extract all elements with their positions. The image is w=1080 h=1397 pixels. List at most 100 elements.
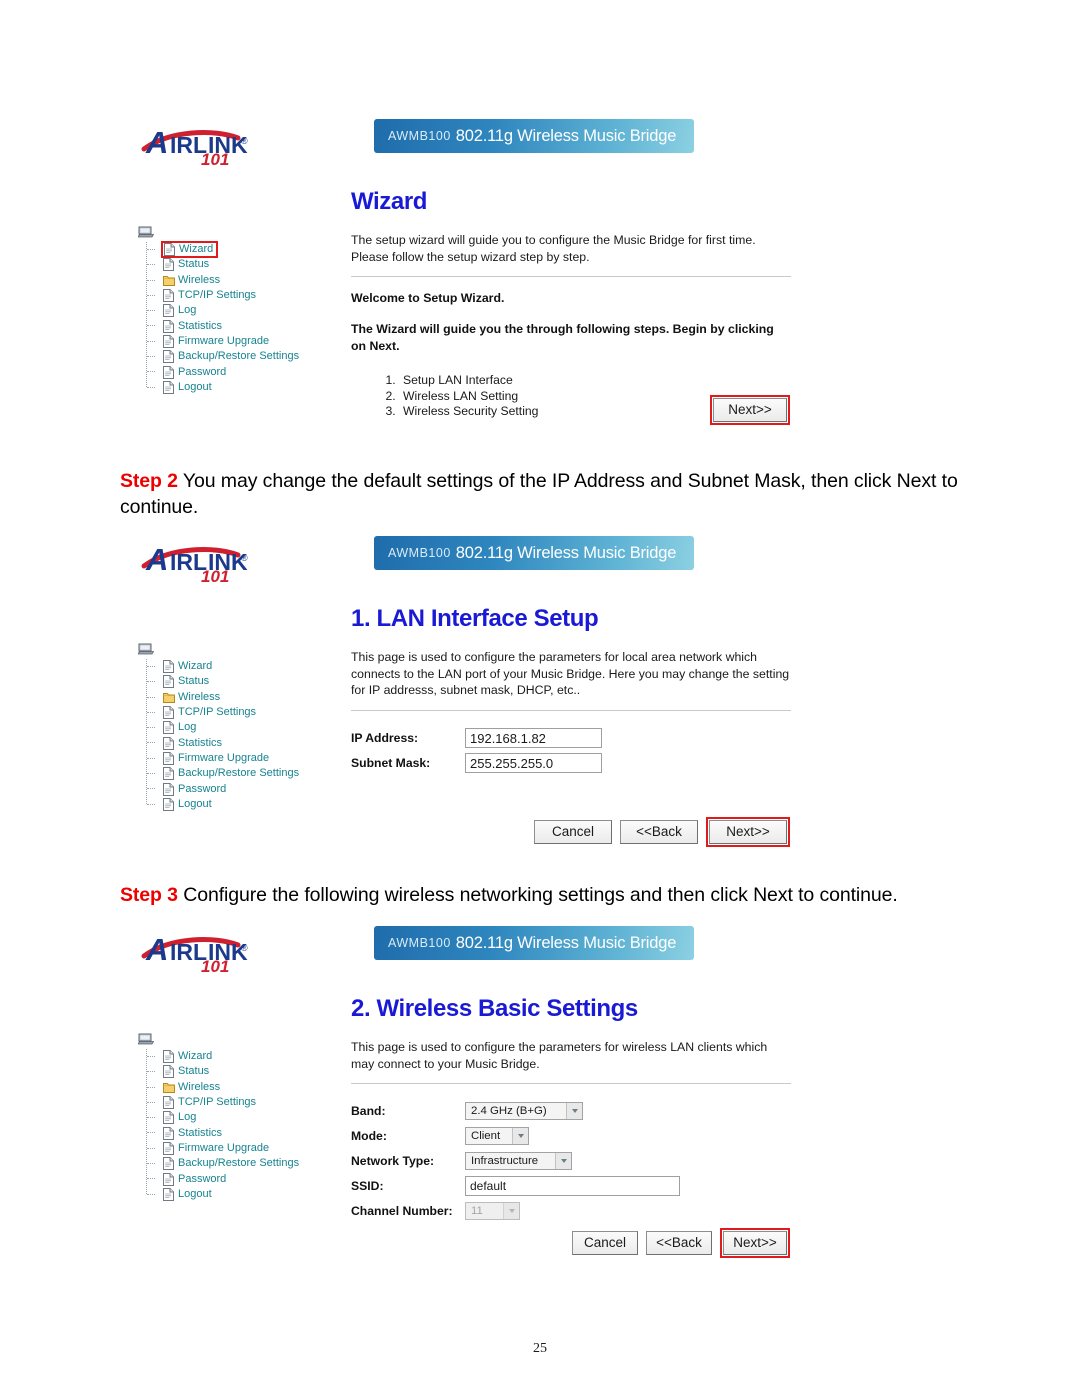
airlink-logo: A IRL INK ® 101 [140, 929, 340, 975]
list-item: Setup LAN Interface [399, 373, 791, 389]
tree-item-log[interactable]: Log [147, 720, 336, 735]
channel-number-value: 11 [471, 1205, 483, 1217]
page-icon [163, 1172, 174, 1186]
band-select[interactable]: 2.4 GHz (B+G) [465, 1102, 583, 1120]
step-2-paragraph: Step 2 You may change the default settin… [120, 468, 980, 520]
form-row-mode: Mode: Client [351, 1126, 791, 1146]
page-number: 25 [533, 1341, 547, 1356]
page-icon [163, 334, 174, 348]
page-icon [163, 660, 174, 674]
cancel-button[interactable]: Cancel [534, 820, 612, 844]
tree-item-log[interactable]: Log [147, 1110, 336, 1125]
ssid-label: SSID: [351, 1179, 384, 1193]
lan-setup-button-bar: Cancel <<Back Next>> [534, 817, 790, 847]
cancel-button-wrap: Cancel [534, 820, 612, 844]
tree-item-statistics[interactable]: Statistics [147, 735, 336, 750]
ip-address-label: IP Address: [351, 730, 419, 745]
tree-item-wireless[interactable]: Wireless [147, 1080, 336, 1095]
tree-item-backup-restore-settings[interactable]: Backup/Restore Settings [147, 766, 336, 781]
folder-icon [163, 274, 175, 287]
page-title: Wizard [351, 188, 428, 215]
tree-item-password[interactable]: Password [147, 781, 336, 796]
tree-item-label: Backup/Restore Settings [178, 767, 300, 780]
lead-text: The Wizard will guide you the through fo… [351, 322, 774, 353]
tree-item-label: Firmware Upgrade [178, 1141, 270, 1154]
subnet-mask-input[interactable]: 255.255.255.0 [465, 752, 602, 773]
back-button[interactable]: <<Back [620, 820, 698, 844]
tree-item-firmware-upgrade[interactable]: Firmware Upgrade [147, 334, 336, 349]
tree-item-firmware-upgrade[interactable]: Firmware Upgrade [147, 1141, 336, 1156]
tree-item-logout[interactable]: Logout [146, 380, 336, 398]
tree-item-wizard[interactable]: Wizard [147, 1049, 336, 1064]
tree-item-label: Password [178, 365, 227, 378]
tree-item-wizard[interactable]: Wizard [147, 241, 336, 259]
wizard-content: Wizard The setup wizard will guide you t… [351, 188, 791, 420]
tree-item-log[interactable]: Log [147, 303, 336, 318]
next-button[interactable]: Next>> [713, 398, 787, 422]
next-button[interactable]: Next>> [723, 1231, 787, 1255]
tree-item-label: TCP/IP Settings [178, 1096, 257, 1109]
step-3-label: Step 3 [120, 883, 178, 906]
network-type-select[interactable]: Infrastructure [465, 1152, 572, 1170]
tree-item-firmware-upgrade[interactable]: Firmware Upgrade [147, 751, 336, 766]
page-icon [163, 797, 174, 811]
tree-item-statistics[interactable]: Statistics [147, 318, 336, 333]
next-button-highlight: Next>> [706, 817, 790, 847]
tree-item-label: Statistics [178, 319, 223, 332]
tree-item-tcpip-settings[interactable]: TCP/IP Settings [147, 1095, 336, 1110]
tree-item-label: Firmware Upgrade [178, 751, 270, 764]
cancel-button[interactable]: Cancel [572, 1231, 638, 1255]
page-icon [163, 1050, 174, 1064]
tree-item-status[interactable]: Status [147, 257, 336, 272]
intro-text: This page is used to configure the param… [351, 1040, 768, 1071]
tree-item-tcpip-settings[interactable]: TCP/IP Settings [147, 705, 336, 720]
tree-item-logout[interactable]: Logout [146, 797, 336, 815]
tree-item-backup-restore-settings[interactable]: Backup/Restore Settings [147, 349, 336, 364]
ip-address-input[interactable]: 192.168.1.82 [465, 727, 602, 748]
banner-product: 802.11g Wireless Music Bridge [455, 126, 677, 145]
tree-item-label: Password [178, 1172, 227, 1185]
tree-item-label: Log [178, 304, 197, 317]
next-button-highlight: Next>> [710, 395, 790, 425]
product-banner: AWMB100 802.11g Wireless Music Bridge [374, 926, 694, 960]
network-type-label: Network Type: [351, 1154, 435, 1168]
tree-item-label: Log [178, 721, 197, 734]
tree-root-node [136, 643, 336, 659]
svg-text:A: A [145, 932, 168, 967]
page-icon [164, 243, 175, 257]
tree-item-status[interactable]: Status [147, 1064, 336, 1079]
tree-item-status[interactable]: Status [147, 674, 336, 689]
tree-item-label: Logout [178, 1187, 212, 1200]
tree-item-wizard[interactable]: Wizard [147, 659, 336, 674]
tree-item-backup-restore-settings[interactable]: Backup/Restore Settings [147, 1156, 336, 1171]
router-ui-body: Wizard Status Wireless TCP/IP Settings L… [126, 977, 802, 1258]
chevron-down-icon [566, 1103, 582, 1119]
svg-text:A: A [145, 542, 168, 577]
product-banner: AWMB100 802.11g Wireless Music Bridge [374, 119, 694, 153]
page-icon [163, 675, 174, 689]
tree-item-statistics[interactable]: Statistics [147, 1125, 336, 1140]
tree-item-wireless[interactable]: Wireless [147, 273, 336, 288]
back-button[interactable]: <<Back [646, 1231, 712, 1255]
page-icon [163, 1141, 174, 1155]
page-icon [163, 782, 174, 796]
page-icon [163, 319, 174, 333]
tree-item-label: Wizard [178, 660, 213, 673]
divider [351, 276, 791, 277]
tree-item-logout[interactable]: Logout [146, 1187, 336, 1205]
form-row-subnet-mask: Subnet Mask: 255.255.255.0 [351, 752, 791, 773]
airlink-logo: A IRL INK ® 101 [140, 539, 340, 585]
intro-text: The setup wizard will guide you to confi… [351, 233, 756, 264]
tree-item-tcpip-settings[interactable]: TCP/IP Settings [147, 288, 336, 303]
next-button[interactable]: Next>> [709, 820, 787, 844]
tree-item-password[interactable]: Password [147, 364, 336, 379]
tree-item-list: Wizard Status Wireless TCP/IP Settings L… [146, 659, 336, 815]
page-title: 2. Wireless Basic Settings [351, 995, 638, 1022]
ssid-input[interactable]: default [465, 1176, 680, 1196]
page-icon [163, 706, 174, 720]
tree-item-wireless[interactable]: Wireless [147, 690, 336, 705]
tree-item-password[interactable]: Password [147, 1171, 336, 1186]
svg-text:®: ® [241, 943, 248, 953]
mode-select[interactable]: Client [465, 1127, 529, 1145]
banner-model: AWMB100 [388, 936, 451, 950]
